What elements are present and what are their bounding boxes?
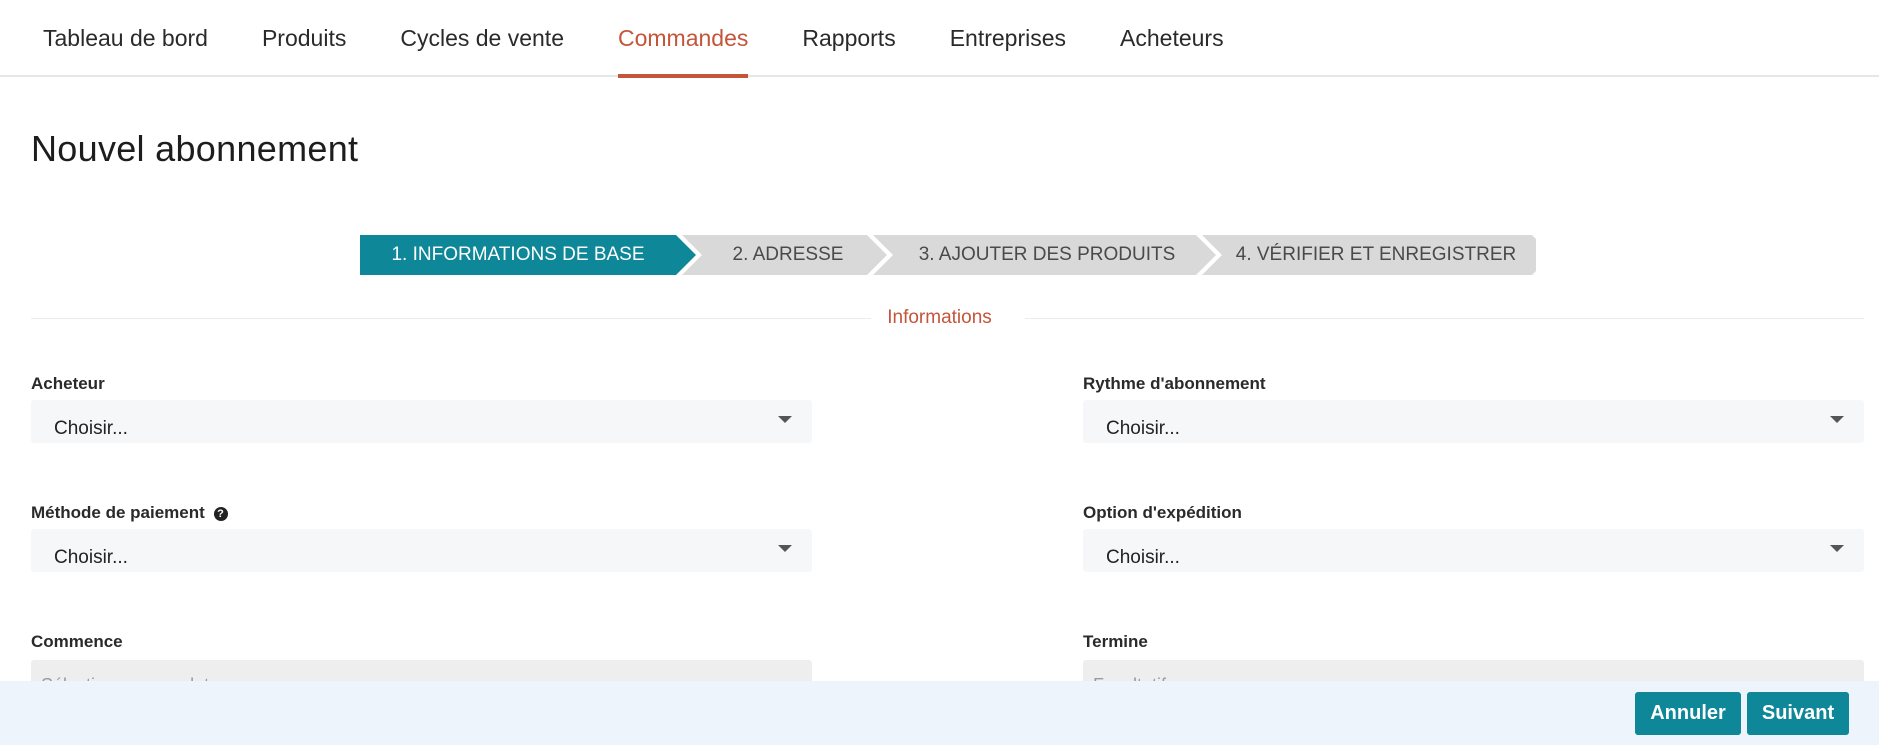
buyer-label: Acheteur [31, 374, 105, 393]
payment-select[interactable]: Choisir... [31, 529, 812, 572]
question-circle-icon[interactable]: ? [213, 507, 228, 521]
caret-down-icon [778, 545, 792, 552]
nav-item-sales-cycles[interactable]: Cycles de vente [400, 0, 564, 77]
nav-item-dashboard[interactable]: Tableau de bord [43, 0, 208, 77]
payment-select-value: Choisir... [54, 547, 128, 568]
end-date-label: Termine [1083, 632, 1148, 651]
step-label: 2. ADRESSE [732, 244, 844, 265]
action-footer: Annuler Suivant [0, 681, 1879, 745]
section-title: Informations [887, 307, 992, 328]
caret-down-icon [1830, 416, 1844, 423]
nav-item-orders[interactable]: Commandes [617, 0, 749, 78]
buyer-select-value: Choisir... [54, 418, 128, 439]
caret-down-icon [778, 416, 792, 423]
nav-item-buyers[interactable]: Acheteurs [1120, 0, 1224, 77]
nav-list: Tableau de bord Produits Cycles de vente… [0, 0, 1879, 78]
rhythm-select[interactable]: Choisir... [1083, 400, 1864, 443]
caret-down-icon [1830, 545, 1844, 552]
step-basic-info[interactable]: 1. INFORMATIONS DE BASE [360, 235, 676, 275]
nav-item-companies[interactable]: Entreprises [950, 0, 1066, 77]
shipping-select[interactable]: Choisir... [1083, 529, 1864, 572]
step-review-save[interactable]: 4. VÉRIFIER ET ENREGISTRER [1218, 235, 1534, 275]
cancel-button[interactable]: Annuler [1635, 692, 1741, 735]
shipping-label: Option d'expédition [1083, 503, 1242, 522]
rhythm-select-value: Choisir... [1106, 418, 1180, 439]
top-navigation: Tableau de bord Produits Cycles de vente… [0, 0, 1879, 78]
step-add-products[interactable]: 3. AJOUTER DES PRODUITS [888, 235, 1206, 275]
rhythm-label: Rythme d'abonnement [1083, 374, 1266, 393]
payment-label-text: Méthode de paiement [31, 503, 205, 522]
nav-item-reports[interactable]: Rapports [802, 0, 895, 77]
step-label: 3. AJOUTER DES PRODUITS [918, 244, 1176, 265]
buyer-select[interactable]: Choisir... [31, 400, 812, 443]
page-title: Nouvel abonnement [31, 128, 359, 169]
wizard-stepper: 1. INFORMATIONS DE BASE 2. ADRESSE 3. AJ… [360, 235, 1536, 275]
nav-item-products[interactable]: Produits [262, 0, 346, 77]
start-date-label: Commence [31, 632, 123, 651]
step-label: 1. INFORMATIONS DE BASE [391, 244, 645, 265]
payment-label: Méthode de paiement ? [31, 503, 228, 523]
next-button[interactable]: Suivant [1747, 692, 1849, 735]
step-label: 4. VÉRIFIER ET ENREGISTRER [1235, 244, 1517, 265]
shipping-select-value: Choisir... [1106, 547, 1180, 568]
step-address[interactable]: 2. ADRESSE [698, 235, 878, 275]
